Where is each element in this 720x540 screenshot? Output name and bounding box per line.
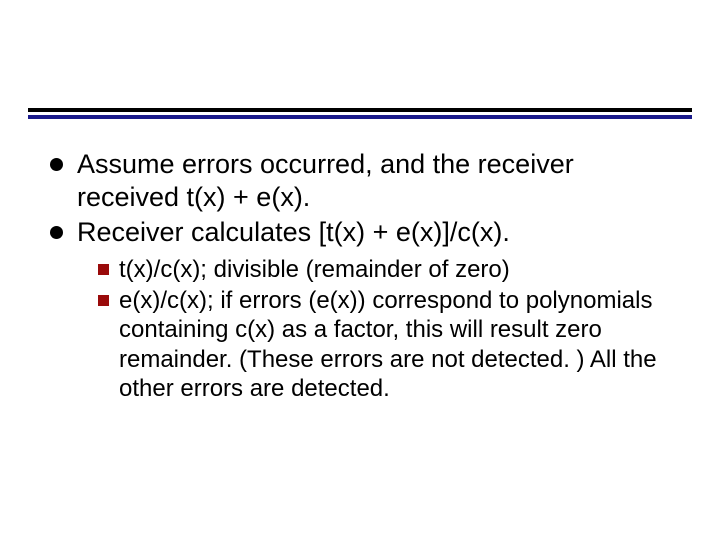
content-area: Assume errors occurred, and the receiver…	[50, 148, 680, 405]
sub-bullet-item: e(x)/c(x); if errors (e(x)) correspond t…	[98, 286, 680, 403]
sub-bullet-text: t(x)/c(x); divisible (remainder of zero)	[119, 255, 510, 284]
divider-bar-bottom	[28, 115, 692, 119]
sub-bullet-item: t(x)/c(x); divisible (remainder of zero)	[98, 255, 680, 284]
title-divider	[28, 108, 692, 119]
sub-bullet-list: t(x)/c(x); divisible (remainder of zero)…	[98, 255, 680, 403]
bullet-square-icon	[98, 295, 109, 306]
bullet-text: Receiver calculates [t(x) + e(x)]/c(x).	[77, 216, 510, 249]
bullet-item: Receiver calculates [t(x) + e(x)]/c(x).	[50, 216, 680, 249]
bullet-dot-icon	[50, 226, 63, 239]
slide: Assume errors occurred, and the receiver…	[0, 0, 720, 540]
bullet-text: Assume errors occurred, and the receiver…	[77, 148, 680, 214]
bullet-square-icon	[98, 264, 109, 275]
bullet-dot-icon	[50, 158, 63, 171]
sub-bullet-text: e(x)/c(x); if errors (e(x)) correspond t…	[119, 286, 680, 403]
bullet-item: Assume errors occurred, and the receiver…	[50, 148, 680, 214]
